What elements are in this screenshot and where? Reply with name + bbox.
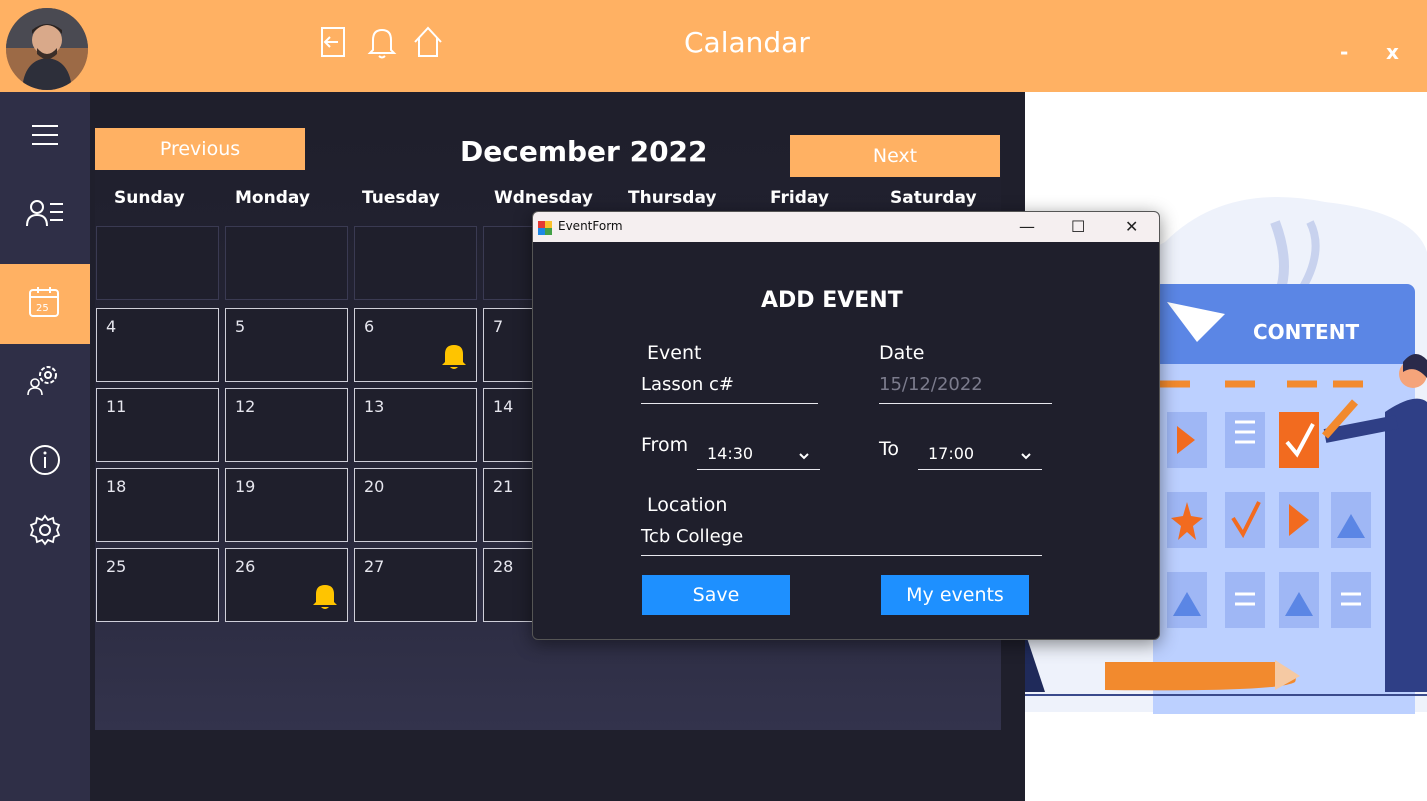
sidebar: 25 [0, 92, 90, 801]
day-number: 7 [493, 317, 504, 336]
menu-icon [30, 122, 60, 152]
day-number: 13 [364, 397, 385, 416]
from-time-value: 14:30 [707, 444, 754, 463]
day-cell[interactable]: 6 [354, 308, 477, 382]
day-number: 12 [235, 397, 256, 416]
location-label: Location [647, 494, 728, 516]
day-number: 28 [493, 557, 514, 576]
day-cell[interactable]: 11 [96, 388, 219, 462]
date-value: 15/12/2022 [879, 374, 983, 395]
logout-icon[interactable] [318, 22, 354, 62]
location-field[interactable]: Tcb College [641, 526, 1042, 556]
dialog-title: EventForm [558, 219, 623, 233]
day-number: 25 [106, 557, 127, 576]
day-cell-empty [354, 226, 477, 300]
date-field[interactable]: 15/12/2022 [879, 374, 1052, 404]
weekday-saturday: Saturday [890, 188, 977, 208]
day-cell[interactable]: 19 [225, 468, 348, 542]
to-time-value: 17:00 [928, 444, 975, 463]
to-time-select[interactable]: 17:00 [918, 436, 1042, 470]
day-cell[interactable]: 5 [225, 308, 348, 382]
day-cell[interactable]: 18 [96, 468, 219, 542]
day-cell[interactable]: 26 [225, 548, 348, 622]
day-cell[interactable]: 4 [96, 308, 219, 382]
next-button[interactable]: Next [790, 135, 1000, 177]
day-number: 27 [364, 557, 385, 576]
calendar-icon: 25 [27, 284, 63, 324]
team-settings-icon [26, 361, 64, 403]
previous-button[interactable]: Previous [95, 128, 305, 170]
day-cell[interactable]: 13 [354, 388, 477, 462]
chevron-down-icon [1020, 446, 1032, 465]
app-title: Calandar [684, 26, 810, 59]
calendar-app: Calandar - x 25 Previous December 2022 N… [0, 0, 1427, 801]
sidebar-item-settings[interactable] [0, 497, 90, 567]
bell-icon[interactable] [364, 22, 400, 62]
sidebar-item-calendar[interactable]: 25 [0, 264, 90, 344]
home-icon[interactable] [410, 22, 446, 62]
board-label: CONTENT [1253, 320, 1359, 344]
day-cell[interactable]: 20 [354, 468, 477, 542]
sidebar-item-info[interactable] [0, 427, 90, 497]
from-label: From [641, 434, 689, 456]
chevron-down-icon [798, 446, 810, 465]
day-number: 21 [493, 477, 514, 496]
event-bell-icon[interactable] [441, 341, 467, 375]
event-field[interactable]: Lasson c# [641, 374, 818, 404]
sidebar-item-profile[interactable] [0, 180, 90, 250]
save-button[interactable]: Save [642, 575, 790, 615]
day-number: 14 [493, 397, 514, 416]
weekday-wednesday: Wdnesday [494, 188, 593, 208]
avatar[interactable] [6, 8, 88, 90]
dialog-title-bar: EventForm — ☐ ✕ [533, 212, 1159, 242]
day-cell-empty [96, 226, 219, 300]
month-title: December 2022 [460, 135, 708, 168]
title-bar: Calandar - x [0, 0, 1427, 92]
minimize-button[interactable]: - [1340, 40, 1348, 64]
app-icon [538, 220, 552, 235]
day-number: 19 [235, 477, 256, 496]
day-cell[interactable]: 27 [354, 548, 477, 622]
event-bell-icon[interactable] [312, 581, 338, 615]
day-number: 5 [235, 317, 246, 336]
close-button[interactable]: x [1386, 40, 1399, 64]
weekday-monday: Monday [235, 188, 310, 208]
day-cell-empty [225, 226, 348, 300]
weekday-friday: Friday [770, 188, 829, 208]
dialog-close-button[interactable]: ✕ [1125, 217, 1138, 236]
sidebar-item-menu[interactable] [0, 102, 90, 172]
day-number: 18 [106, 477, 127, 496]
dialog-minimize-button[interactable]: — [1019, 217, 1035, 236]
event-value: Lasson c# [641, 374, 734, 395]
divider [1025, 694, 1427, 696]
info-icon [28, 443, 62, 481]
day-cell[interactable]: 25 [96, 548, 219, 622]
dialog-maximize-button[interactable]: ☐ [1071, 217, 1085, 236]
sidebar-item-team[interactable] [0, 347, 90, 417]
toolbar-icons [318, 22, 446, 62]
weekday-tuesday: Tuesday [362, 188, 440, 208]
profile-list-icon [25, 196, 65, 234]
day-number: 11 [106, 397, 127, 416]
day-cell[interactable]: 12 [225, 388, 348, 462]
day-number: 6 [364, 317, 375, 336]
weekday-thursday: Thursday [628, 188, 717, 208]
gear-icon [28, 513, 62, 551]
weekday-sunday: Sunday [114, 188, 185, 208]
day-number: 4 [106, 317, 117, 336]
svg-text:25: 25 [36, 303, 49, 314]
to-label: To [879, 438, 900, 460]
location-value: Tcb College [641, 526, 744, 547]
day-number: 26 [235, 557, 256, 576]
day-number: 20 [364, 477, 385, 496]
date-label: Date [879, 342, 925, 364]
from-time-select[interactable]: 14:30 [697, 436, 820, 470]
my-events-button[interactable]: My events [881, 575, 1029, 615]
event-label: Event [647, 342, 702, 364]
dialog-heading: ADD EVENT [761, 288, 903, 313]
event-form-dialog: EventForm — ☐ ✕ ADD EVENT Event Lasson c… [532, 211, 1160, 640]
